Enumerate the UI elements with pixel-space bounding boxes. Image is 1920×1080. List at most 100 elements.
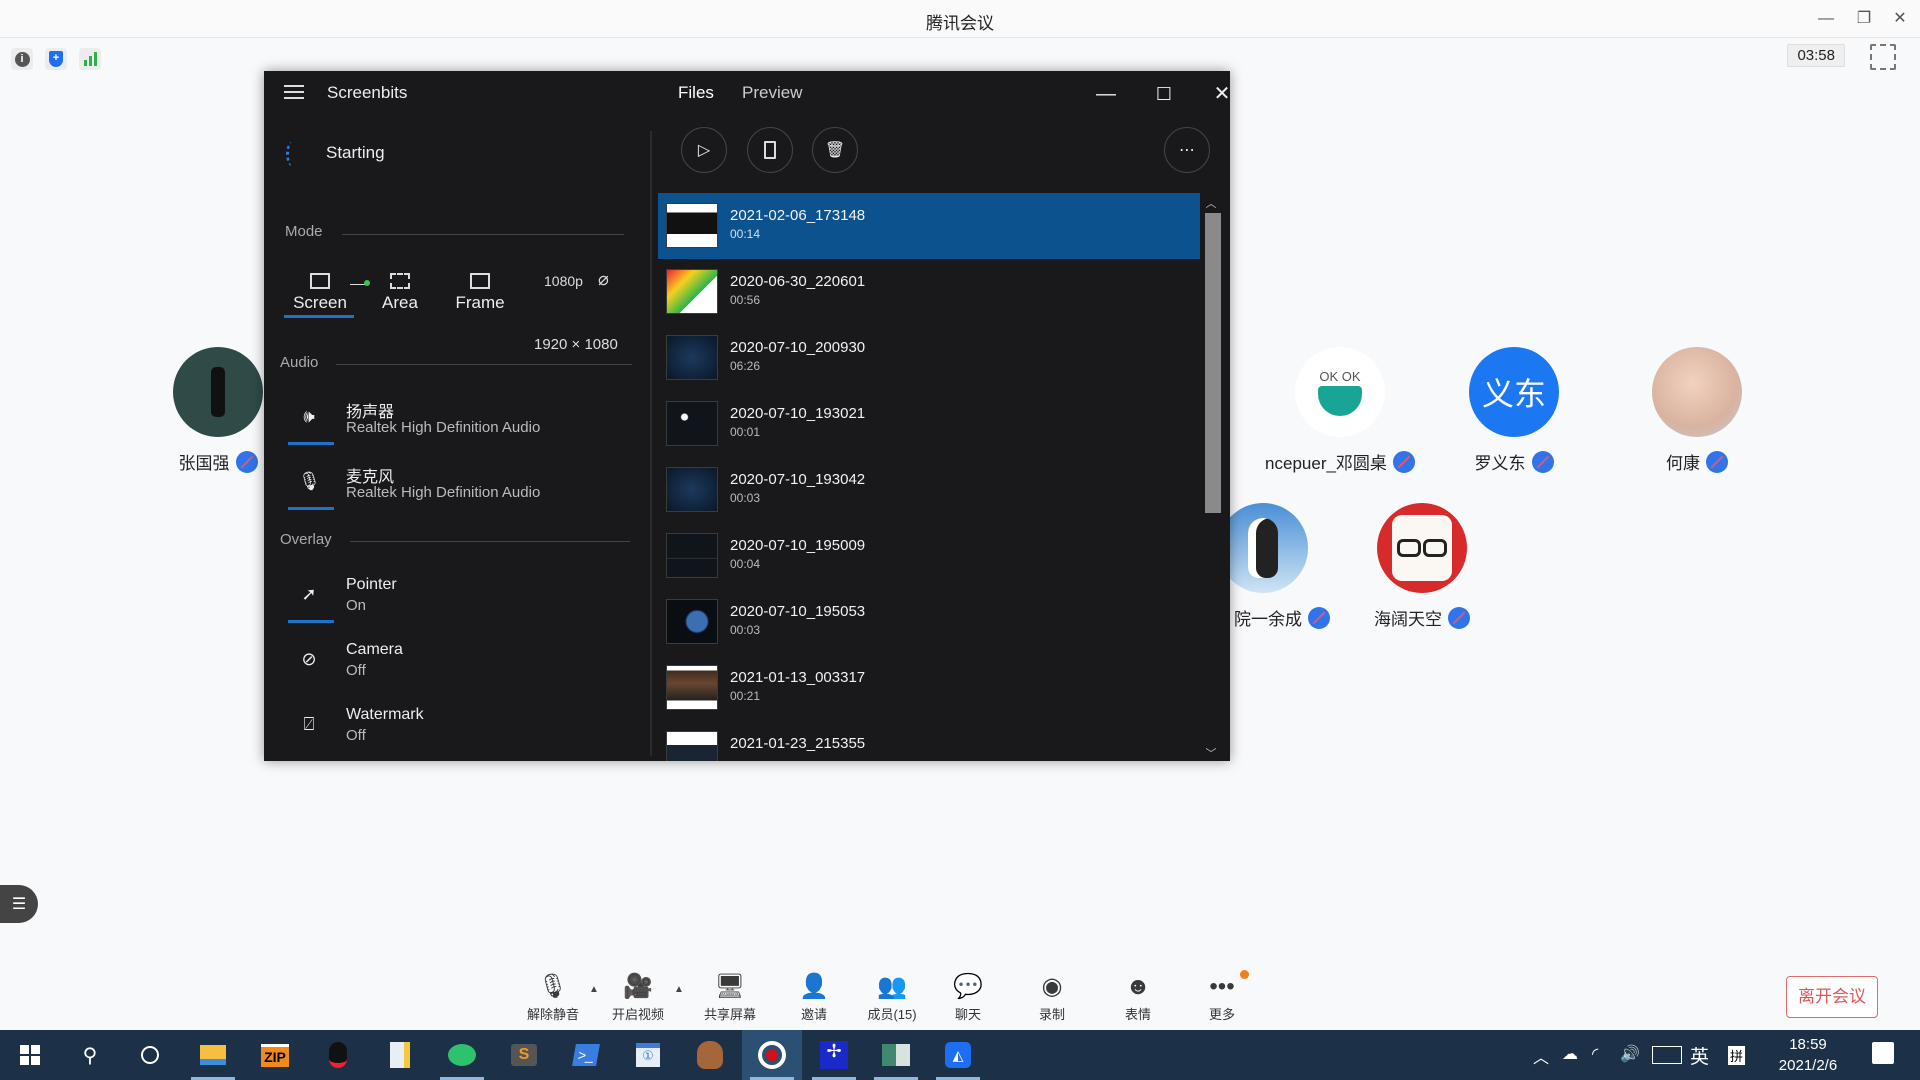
taskbar-window-app[interactable] <box>866 1030 926 1080</box>
share-screen-button[interactable]: 🖥 共享屏幕 <box>688 972 772 1023</box>
fullscreen-icon[interactable] <box>1870 44 1896 70</box>
chevron-down-icon[interactable]: ﹀ <box>1200 745 1222 760</box>
video-thumbnail <box>666 599 718 644</box>
show-hidden-icons-chevron[interactable]: ︿ <box>1533 1044 1549 1068</box>
app-window-icon <box>882 1044 910 1066</box>
list-icon: ☰ <box>11 896 27 913</box>
participant-tile[interactable]: 海阔天空 <box>1342 503 1502 630</box>
file-row[interactable]: 2020-07-10_200930 06:26 <box>658 325 1200 391</box>
more-options-button[interactable]: ⋯ <box>1164 127 1210 173</box>
member-list-toggle[interactable]: ☰ <box>0 885 38 923</box>
file-duration: 00:56 <box>730 293 761 307</box>
file-row[interactable]: 2020-07-10_193042 00:03 <box>658 457 1200 523</box>
shield-icon[interactable]: + <box>45 48 67 70</box>
tab-files[interactable]: Files <box>678 83 714 103</box>
zip-icon: ZIP <box>261 1043 289 1067</box>
maximize-button[interactable]: ☐ <box>1146 79 1182 109</box>
taskbar-wechat[interactable] <box>432 1030 492 1080</box>
play-icon: ▷ <box>697 142 711 159</box>
invite-button[interactable]: 👤 邀请 <box>772 972 856 1023</box>
taskbar-zip[interactable]: ZIP <box>245 1030 305 1080</box>
notifications-icon[interactable] <box>1872 1042 1894 1064</box>
open-folder-button[interactable] <box>747 127 793 173</box>
mode-area-button[interactable]: Area <box>360 261 440 321</box>
audio-speaker-toggle[interactable]: 🕪 扬声器 Realtek High Definition Audio <box>264 396 650 454</box>
tab-preview[interactable]: Preview <box>742 83 802 103</box>
emoji-button[interactable]: ☻ 表情 <box>1096 972 1180 1023</box>
search-button[interactable]: ⚲ <box>60 1030 120 1080</box>
close-button[interactable]: ✕ <box>1886 6 1914 32</box>
participant-tile[interactable]: OK OK ncepuer_邓圆桌 <box>1250 347 1430 474</box>
quality-selector[interactable]: 1080p <box>544 273 583 289</box>
scrollbar[interactable]: ︿ ﹀ <box>1200 193 1222 761</box>
file-row[interactable]: 2020-06-30_220601 00:56 <box>658 259 1200 325</box>
play-button[interactable]: ▷ <box>681 127 727 173</box>
video-thumbnail <box>666 665 718 710</box>
members-button[interactable]: 👥 成员(15) <box>850 972 934 1023</box>
taskbar-turbine-app[interactable]: ✢ <box>804 1030 864 1080</box>
taskbar-python-doc[interactable] <box>370 1030 430 1080</box>
volume-icon[interactable]: 🔊 <box>1620 1044 1640 1064</box>
onedrive-cloud-icon[interactable]: ☁ <box>1562 1044 1578 1064</box>
mode-screen-button[interactable]: Screen <box>280 261 360 321</box>
cortana-button[interactable] <box>120 1030 180 1080</box>
wifi-icon[interactable]: ◜ <box>1592 1044 1598 1064</box>
leave-meeting-button[interactable]: 离开会议 <box>1786 976 1878 1018</box>
file-row[interactable]: 2020-07-10_193021 00:01 <box>658 391 1200 457</box>
info-icon[interactable]: i <box>11 48 33 70</box>
participant-name: 张国强 <box>178 454 230 473</box>
delete-icon: 🗑 <box>824 142 846 159</box>
hamburger-menu-icon[interactable] <box>284 85 304 101</box>
invite-icon: 👤 <box>799 973 829 1000</box>
avatar: 义东 <box>1469 347 1559 437</box>
video-off-icon: 🎥 <box>623 973 653 1000</box>
audio-microphone-toggle[interactable]: 🎙 麦克风 Realtek High Definition Audio <box>264 461 650 519</box>
system-clock[interactable]: 18:59 2021/2/6 <box>1748 1034 1868 1076</box>
taskbar-screenbits[interactable] <box>742 1030 802 1080</box>
timer-off-icon[interactable]: ⌀ <box>598 269 609 290</box>
taskbar-calendar[interactable]: ① <box>618 1030 678 1080</box>
microphone-icon: 🎙 <box>298 471 321 491</box>
overlay-watermark-toggle[interactable]: ⍁ Watermark Off <box>264 704 650 762</box>
file-row[interactable]: 2020-07-10_195053 00:03 <box>658 589 1200 655</box>
restore-button[interactable]: ❐ <box>1850 6 1878 32</box>
close-button[interactable]: ✕ <box>1204 79 1240 109</box>
participant-tile[interactable]: 何康 <box>1617 347 1777 474</box>
mic-muted-icon: 🎙 <box>537 973 569 1000</box>
mic-muted-icon <box>1392 450 1415 473</box>
video-thumbnail <box>666 731 718 761</box>
taskbar-powershell[interactable]: >_ <box>556 1030 616 1080</box>
more-button[interactable]: ••• 更多 <box>1180 970 1264 1023</box>
keyboard-icon[interactable] <box>1652 1046 1682 1064</box>
chevron-up-icon[interactable]: ︿ <box>1200 195 1222 210</box>
minimize-button[interactable]: — <box>1812 6 1840 32</box>
ime-language[interactable]: 英 <box>1690 1042 1709 1069</box>
taskbar-qq[interactable] <box>308 1030 368 1080</box>
scrollbar-thumb[interactable] <box>1205 213 1221 513</box>
emoji-icon: ☻ <box>1125 973 1151 1000</box>
taskbar-tencent-meeting[interactable]: ◭ <box>928 1030 988 1080</box>
file-row[interactable]: 2021-01-13_003317 00:21 <box>658 655 1200 721</box>
file-row[interactable]: 2020-07-10_195009 00:04 <box>658 523 1200 589</box>
ime-mode[interactable]: 拼 <box>1728 1046 1746 1065</box>
divider <box>350 541 630 542</box>
participant-tile[interactable]: 义东 罗义东 <box>1434 347 1594 474</box>
signal-icon[interactable] <box>79 48 101 70</box>
start-button[interactable] <box>0 1030 60 1080</box>
delete-button[interactable]: 🗑 <box>812 127 858 173</box>
divider <box>342 234 624 235</box>
mode-frame-button[interactable]: Frame <box>440 261 520 321</box>
taskbar-owl-app[interactable] <box>680 1030 740 1080</box>
taskbar-file-explorer[interactable] <box>183 1030 243 1080</box>
file-row[interactable]: 2021-02-06_173148 00:14 <box>658 193 1200 259</box>
taskbar-sublime[interactable]: S <box>494 1030 554 1080</box>
overlay-pointer-toggle[interactable]: ➚ Pointer On <box>264 574 650 632</box>
record-button[interactable]: ◉ 录制 <box>1010 972 1094 1023</box>
unmute-button[interactable]: 🎙 解除静音 <box>511 972 595 1023</box>
chat-button[interactable]: 💬 聊天 <box>926 972 1010 1023</box>
minimize-button[interactable]: — <box>1088 79 1124 109</box>
overlay-camera-toggle[interactable]: ⊘ Camera Off <box>264 639 650 697</box>
file-row[interactable]: 2021-01-23_215355 <box>658 721 1200 761</box>
video-options-caret[interactable]: ▲ <box>674 984 684 995</box>
start-video-button[interactable]: 🎥 开启视频 <box>596 972 680 1023</box>
